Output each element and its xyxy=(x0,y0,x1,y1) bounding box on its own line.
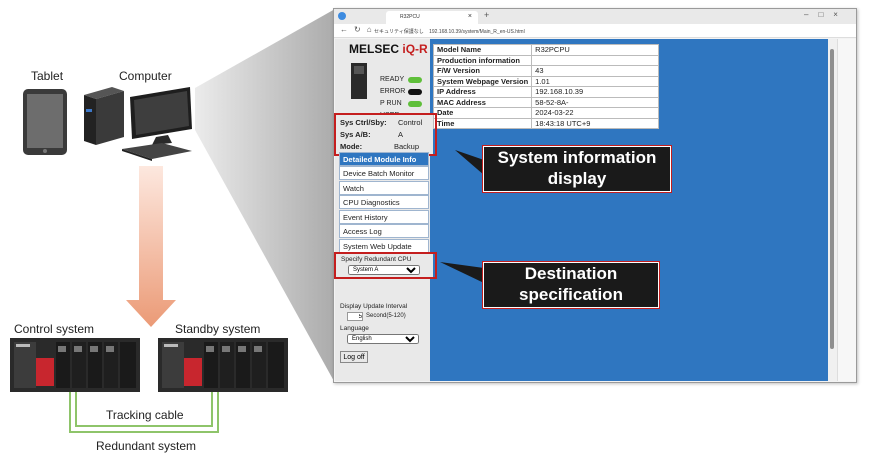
system-info-callout: System information display xyxy=(483,146,671,192)
callout-connectors xyxy=(440,150,484,283)
destination-callout: Destination specification xyxy=(483,262,659,308)
